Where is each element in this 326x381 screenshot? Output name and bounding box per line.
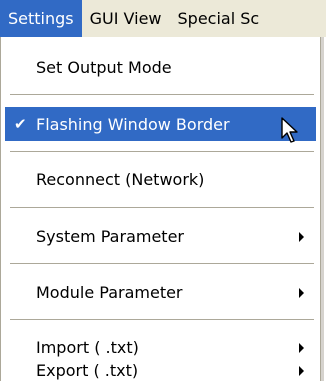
menu-item-label: Set Output Mode	[36, 57, 172, 77]
menu-item-label: System Parameter	[36, 226, 184, 246]
submenu-arrow-icon	[299, 343, 304, 353]
menu-item-system-parameter[interactable]: System Parameter	[5, 219, 316, 253]
settings-dropdown: Set Output Mode ✔ Flashing Window Border…	[0, 37, 321, 381]
menu-item-export-txt[interactable]: Export ( .txt)	[5, 353, 316, 381]
submenu-arrow-icon	[299, 288, 304, 298]
mouse-cursor-icon	[281, 117, 298, 143]
menu-item-label: Flashing Window Border	[36, 114, 230, 134]
screen: Settings GUI View Special Sc Set Output …	[0, 0, 326, 381]
menu-item-flashing-window-border[interactable]: ✔ Flashing Window Border	[5, 107, 316, 141]
menu-separator	[10, 263, 314, 265]
menu-gui-view[interactable]: GUI View	[82, 0, 170, 37]
menu-item-set-output-mode[interactable]: Set Output Mode	[5, 50, 316, 84]
menu-separator	[10, 151, 314, 153]
menu-bar: Settings GUI View Special Sc	[0, 0, 326, 37]
submenu-arrow-icon	[299, 232, 304, 242]
checkmark-icon: ✔	[14, 115, 27, 133]
submenu-arrow-icon	[299, 366, 304, 376]
menu-item-label: Export ( .txt)	[36, 360, 139, 380]
menu-separator	[10, 94, 314, 96]
menu-separator	[10, 207, 314, 209]
menu-item-label: Reconnect (Network)	[36, 169, 205, 189]
menu-separator	[10, 319, 314, 321]
menu-item-label: Module Parameter	[36, 282, 183, 302]
menu-item-module-parameter[interactable]: Module Parameter	[5, 275, 316, 309]
menu-item-reconnect-network[interactable]: Reconnect (Network)	[5, 162, 316, 196]
menu-special[interactable]: Special Sc	[170, 0, 268, 37]
menu-settings[interactable]: Settings	[0, 0, 82, 37]
